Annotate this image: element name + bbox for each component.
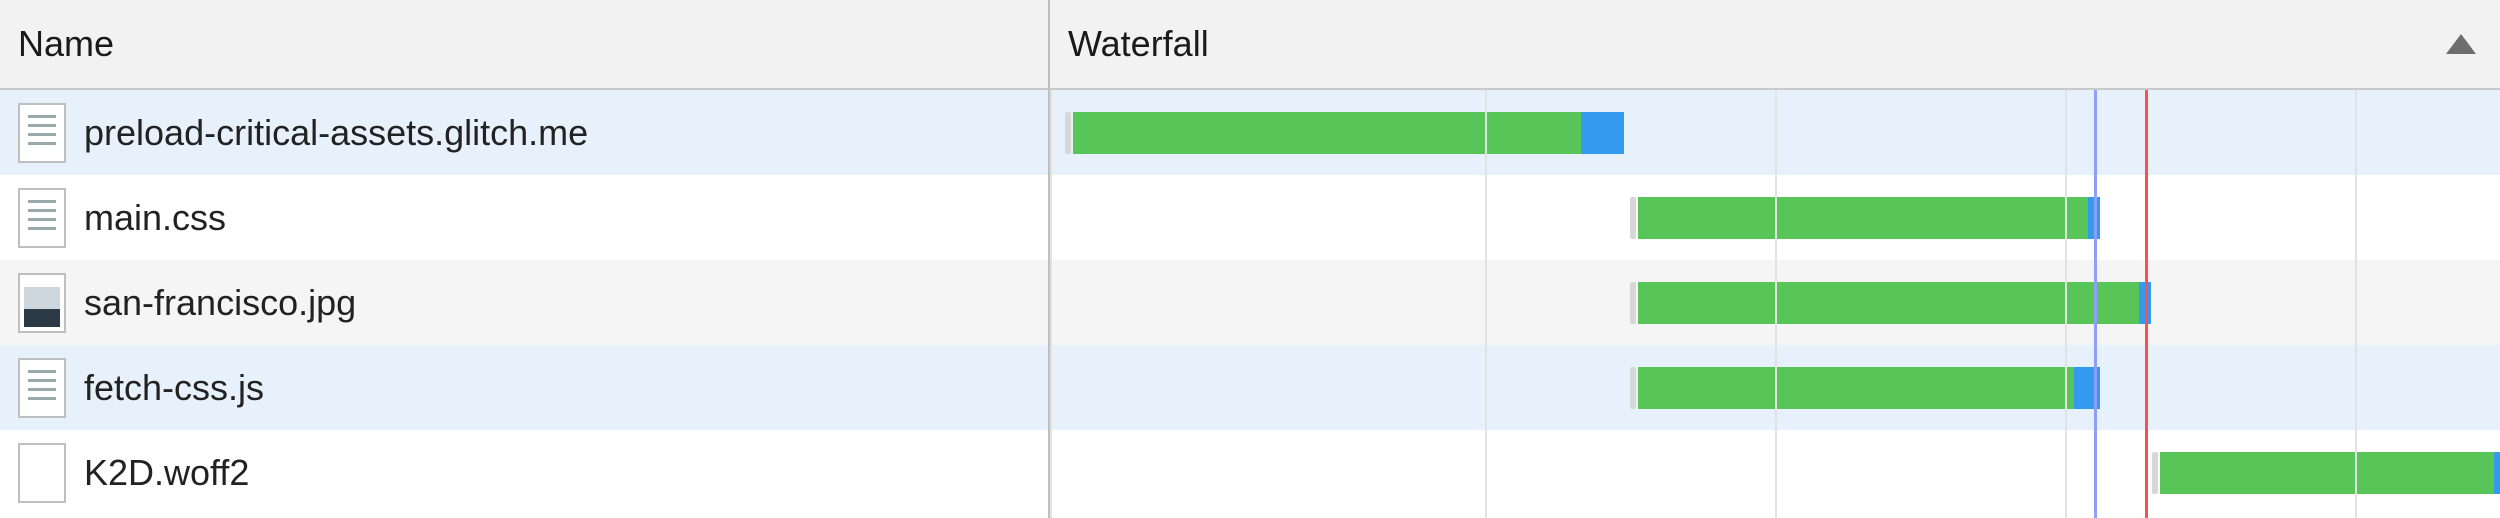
waterfall-header-label: Waterfall [1068, 23, 1209, 65]
waiting-segment [2160, 452, 2494, 494]
waterfall-header[interactable]: Waterfall [1050, 0, 2500, 90]
timing-bar[interactable] [1065, 112, 1625, 154]
image-file-icon [18, 273, 66, 333]
file-name: fetch-css.js [84, 367, 264, 409]
waiting-segment [1638, 282, 2139, 324]
document-file-icon [18, 358, 66, 418]
waiting-segment [1638, 367, 2074, 409]
waterfall-body [1050, 90, 2500, 518]
table-row[interactable]: K2D.woff2 [0, 430, 1048, 515]
font-file-icon [18, 443, 66, 503]
download-segment [2494, 452, 2500, 494]
table-row[interactable]: preload-critical-assets.glitch.me [0, 90, 1048, 175]
waterfall-rows [1050, 90, 2500, 518]
domcontentloaded-marker [2094, 90, 2097, 518]
file-name: main.css [84, 197, 226, 239]
name-header[interactable]: Name [0, 0, 1048, 90]
waterfall-row[interactable] [1050, 260, 2500, 345]
queue-tick [1630, 282, 1636, 324]
timing-bar[interactable] [2152, 452, 2500, 494]
timing-bar[interactable] [1630, 282, 2151, 324]
waiting-segment [1073, 112, 1581, 154]
waterfall-row[interactable] [1050, 90, 2500, 175]
waterfall-row[interactable] [1050, 175, 2500, 260]
waiting-segment [1638, 197, 2088, 239]
name-rows: preload-critical-assets.glitch.me main.cs… [0, 90, 1048, 515]
queue-tick [1630, 197, 1636, 239]
document-file-icon [18, 103, 66, 163]
timing-bar[interactable] [1630, 367, 2100, 409]
name-column: Name preload-critical-assets.glitch.me ma… [0, 0, 1050, 518]
queue-tick [1065, 112, 1071, 154]
table-row[interactable]: fetch-css.js [0, 345, 1048, 430]
waterfall-row[interactable] [1050, 345, 2500, 430]
file-name: K2D.woff2 [84, 452, 249, 494]
timing-bar[interactable] [1630, 197, 2100, 239]
queue-tick [2152, 452, 2158, 494]
download-segment [1581, 112, 1625, 154]
file-name: san-francisco.jpg [84, 282, 356, 324]
waterfall-row[interactable] [1050, 430, 2500, 515]
queue-tick [1630, 367, 1636, 409]
sort-ascending-icon [2446, 34, 2476, 54]
waterfall-column: Waterfall [1050, 0, 2500, 518]
table-row[interactable]: san-francisco.jpg [0, 260, 1048, 345]
document-file-icon [18, 188, 66, 248]
table-row[interactable]: main.css [0, 175, 1048, 260]
file-name: preload-critical-assets.glitch.me [84, 112, 588, 154]
network-panel: Name preload-critical-assets.glitch.me ma… [0, 0, 2500, 518]
name-header-label: Name [18, 23, 114, 65]
load-marker [2145, 90, 2148, 518]
